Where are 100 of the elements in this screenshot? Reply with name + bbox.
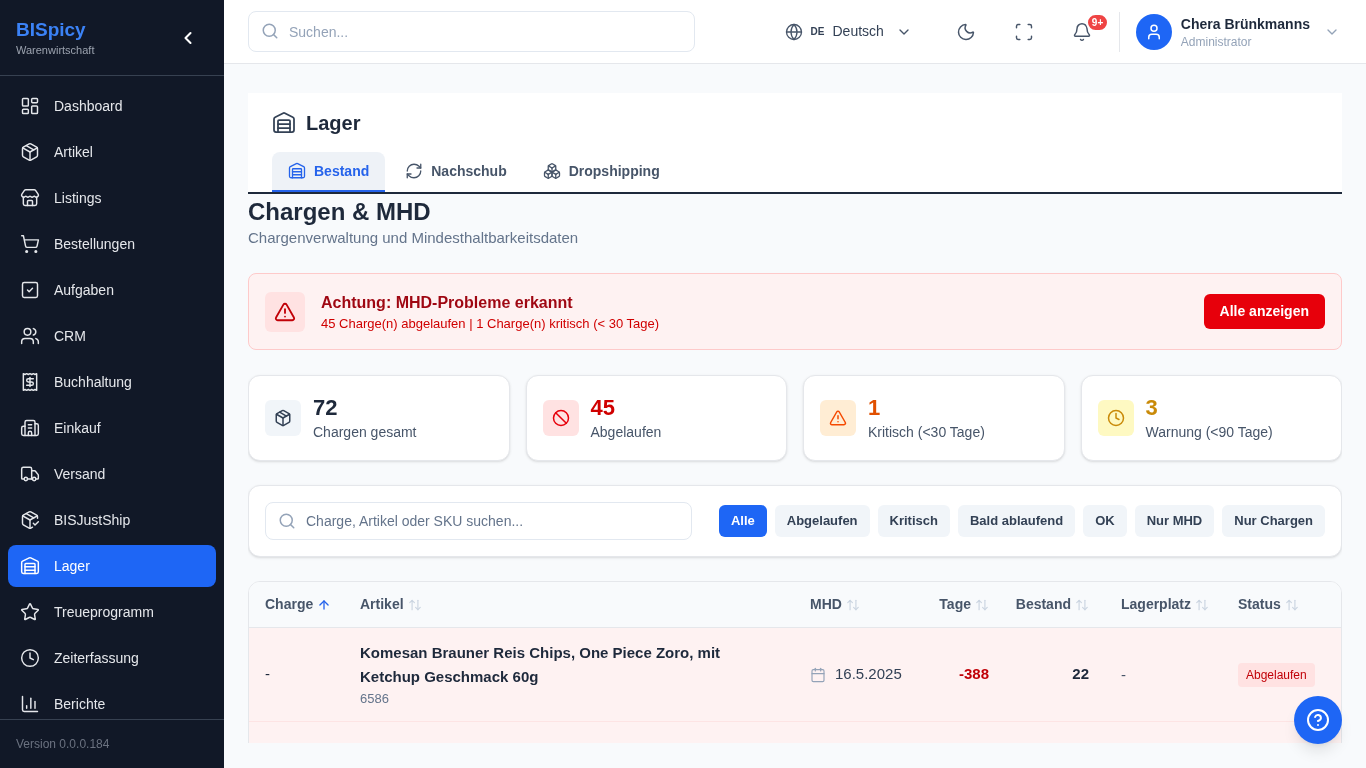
warehouse-icon (272, 111, 296, 135)
sidebar-item[interactable]: Zeiterfassung (8, 637, 216, 679)
table-cell-text: - (265, 664, 270, 685)
sidebar-item[interactable]: Versand (8, 453, 216, 495)
tab[interactable]: Dropshipping (526, 152, 676, 192)
stat-label: Abgelaufen (590, 423, 662, 442)
prohibited-icon (542, 400, 579, 436)
sidebar-item[interactable]: Bestellungen (8, 223, 216, 265)
filter-chip[interactable]: OK (1083, 505, 1127, 537)
sort-icon[interactable] (1075, 597, 1089, 612)
sidebar-item[interactable]: Artikel (8, 131, 216, 173)
box-check-icon (20, 510, 40, 530)
filter-chip[interactable]: Nur MHD (1134, 505, 1215, 537)
stat-label: Kritisch (<30 Tage) (868, 423, 985, 442)
boxes-icon (542, 162, 561, 180)
stat-value: 1 (868, 394, 882, 422)
sort-icon[interactable] (1195, 597, 1209, 612)
status-badge: Abgelaufen (1238, 663, 1315, 687)
section-title: Chargen & MHD (248, 197, 432, 227)
column-header[interactable]: Lagerplatz (1121, 594, 1191, 615)
column-header[interactable]: Charge (265, 594, 314, 615)
receipt-icon (20, 372, 40, 392)
warehouse-icon (20, 556, 40, 576)
dashboard-grid-icon (20, 96, 40, 116)
column-header[interactable]: MHD (810, 594, 842, 615)
users-icon (20, 326, 40, 346)
table-row[interactable]: - Komesan Brauner Reis Chips, One Piece Zoro, mit Ketchup Geschmack 60g 6586 16.5.2025 -388 22 - Abgelaufen (249, 628, 1341, 722)
column-header[interactable]: Artikel (360, 594, 404, 615)
checked-square-icon (20, 280, 40, 300)
sidebar-item[interactable]: BISJustShip (8, 499, 216, 541)
stat-label: Chargen gesamt (313, 423, 417, 442)
refresh-icon (405, 162, 424, 180)
filter-chip[interactable]: Abgelaufen (774, 505, 870, 537)
warning-icon (265, 291, 305, 332)
search-icon (278, 512, 296, 530)
clock-icon (1097, 400, 1134, 436)
sort-icon[interactable] (975, 597, 989, 612)
table-cell-text: 16.5.2025 (835, 664, 902, 685)
sidebar-item[interactable]: Berichte (8, 683, 216, 719)
table-cell: - (1121, 665, 1126, 683)
version-label: Version 0.0.0.184 (16, 736, 110, 753)
user-name: Chera Brünkmanns (1180, 14, 1310, 34)
globe-icon (784, 22, 803, 41)
stat-label: Warnung (<90 Tage) (1145, 423, 1273, 442)
tab[interactable]: Bestand (272, 152, 386, 192)
notification-badge: 9+ (1085, 12, 1110, 32)
stat-value: 72 (313, 394, 339, 422)
warning-icon (820, 400, 856, 436)
stat-value: 3 (1145, 394, 1159, 422)
search-field[interactable]: Charge, Artikel oder SKU suchen... (265, 502, 692, 540)
alert-message: 45 Charge(n) abgelaufen | 1 Charge(n) kritisch (< 30 Tage) (321, 314, 660, 333)
cart-icon (20, 234, 40, 254)
star-icon (20, 602, 40, 622)
sort-icon[interactable] (1284, 597, 1299, 612)
building-icon (20, 418, 40, 438)
help-icon (1306, 708, 1330, 732)
article-name: Komesan Brauner Reis Chips, One Piece Zoro, mit Ketchup Geschmack 60g (360, 642, 722, 687)
sidebar-item[interactable]: CRM (8, 315, 216, 357)
filter-chip[interactable]: Nur Chargen (1222, 505, 1325, 537)
brand-subtitle: Warenwirtschaft (16, 42, 95, 58)
sidebar-item[interactable]: Einkauf (8, 407, 216, 449)
column-header[interactable]: Tage (939, 594, 971, 615)
sidebar-item[interactable]: Treueprogramm (8, 591, 216, 633)
truck-icon (20, 464, 40, 484)
search-icon (261, 22, 279, 40)
section-subtitle: Chargenverwaltung und Mindesthaltbarkeitsdaten (248, 228, 580, 248)
sidebar-item[interactable]: Listings (8, 177, 216, 219)
sidebar-item[interactable]: Buchhaltung (8, 361, 216, 403)
show-all-button[interactable]: Alle anzeigen (1203, 294, 1325, 329)
brand-name: BISpicy (16, 17, 87, 42)
column-header[interactable]: Bestand (1015, 594, 1071, 615)
table-cell-text: -388 (958, 664, 989, 685)
moon-icon (955, 21, 976, 42)
sort-icon[interactable] (845, 597, 860, 612)
bar-chart-icon (20, 694, 40, 714)
box-icon (20, 142, 40, 162)
filter-chip[interactable]: Bald ablaufend (957, 505, 1076, 537)
sidebar-item[interactable]: Dashboard (8, 85, 216, 127)
page-title: Lager (306, 111, 361, 136)
filter-chip[interactable]: Kritisch (877, 505, 950, 537)
search-field[interactable]: Suchen... (248, 11, 695, 52)
stat-value: 45 (590, 394, 616, 422)
calendar-icon (810, 666, 826, 683)
column-header[interactable]: Status (1238, 594, 1281, 615)
fullscreen-icon (1013, 21, 1034, 42)
tab[interactable]: Nachschub (389, 152, 523, 192)
sidebar-item[interactable]: Aufgaben (8, 269, 216, 311)
sidebar-item[interactable]: Lager (8, 545, 216, 587)
user-role: Administrator (1180, 33, 1253, 50)
article-sku: 6586 (360, 689, 389, 708)
language-selector[interactable]: DE Deutsch (776, 11, 920, 52)
sort-icon[interactable] (407, 597, 422, 612)
bell-icon (1071, 21, 1092, 42)
alert-title: Achtung: MHD-Probleme erkannt (321, 292, 574, 313)
sort-ascending-icon[interactable] (317, 597, 332, 612)
box-icon (265, 400, 301, 436)
store-icon (20, 188, 40, 208)
avatar-icon[interactable] (1135, 13, 1172, 50)
filter-chip[interactable]: Alle (718, 505, 767, 537)
table-cell-text: 22 (1072, 664, 1089, 685)
